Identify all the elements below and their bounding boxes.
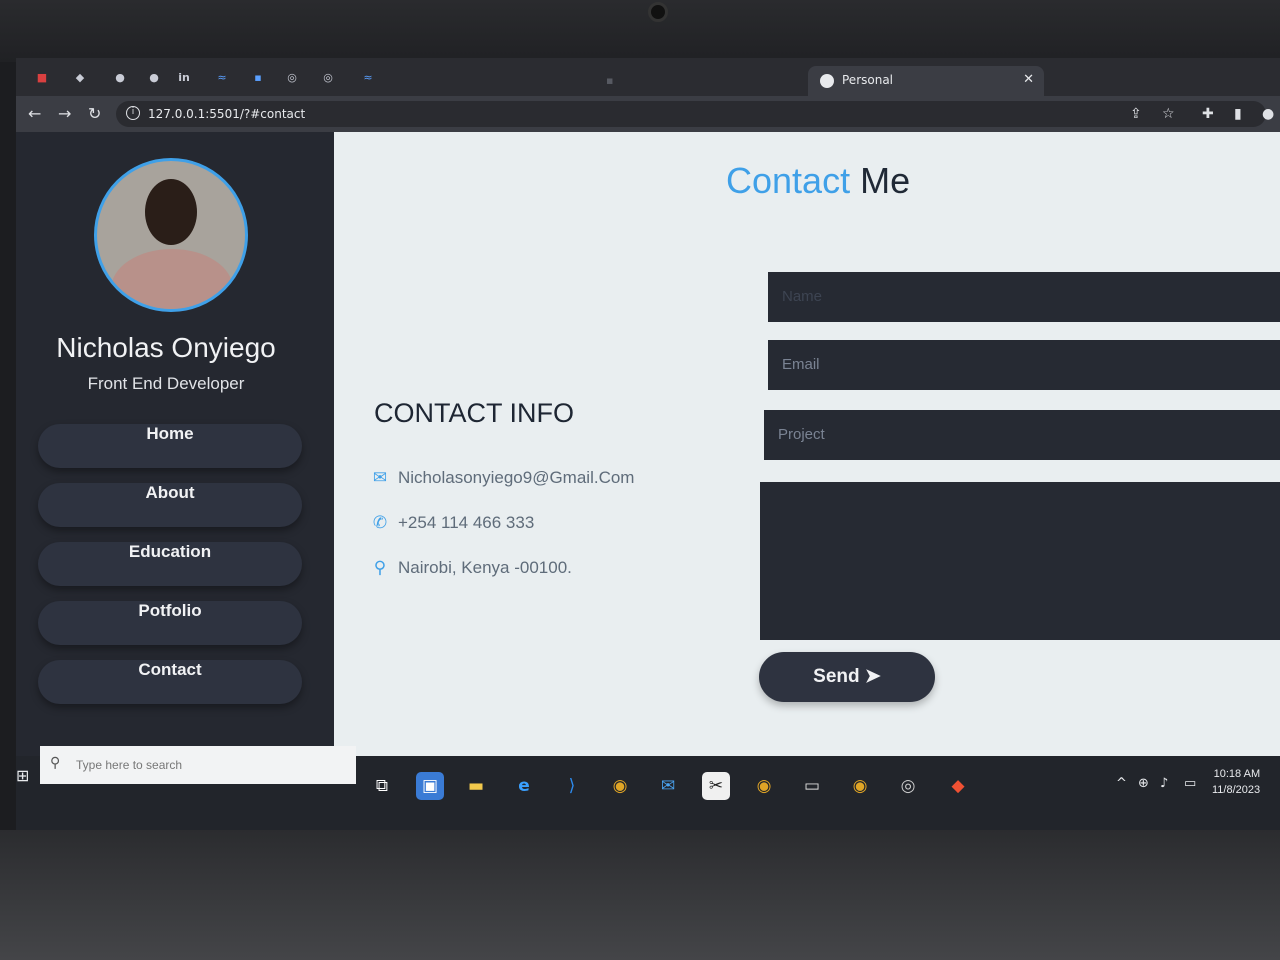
back-arrow-icon[interactable]: ← xyxy=(28,104,41,123)
edge-icon[interactable]: e xyxy=(510,772,538,800)
laptop-bezel-bottom xyxy=(0,830,1280,960)
taskbar-clock[interactable]: 10:18 AM 11/8/2023 xyxy=(1212,766,1260,798)
webcam xyxy=(648,2,668,22)
chevron-up-icon[interactable]: ^ xyxy=(1116,776,1127,791)
profile-role: Front End Developer xyxy=(87,374,245,393)
screen: ■ ◆ ● ● in ≈ ▪ ◎ ◎ ≈ ▪ Personal ✕ ← → ↻ … xyxy=(16,58,1280,830)
address-bar[interactable]: i 127.0.0.1:5501/?#contact xyxy=(116,101,1266,127)
contact-email: ✉ Nicholasonyiego9@Gmail.Com xyxy=(370,468,635,488)
terminal-icon[interactable]: ▭ xyxy=(798,772,826,800)
page-title: Contact Me xyxy=(726,160,910,202)
sidebar: Nicholas Onyiego Front End Developer Hom… xyxy=(16,132,334,756)
contact-info-title: CONTACT INFO xyxy=(374,398,574,428)
clock-time: 10:18 AM xyxy=(1213,768,1261,780)
nav-portfolio[interactable]: Potfolio xyxy=(38,601,302,645)
mail-icon[interactable]: ✉ xyxy=(654,772,682,800)
globe-icon xyxy=(820,74,834,88)
contact-location: ⚲ Nairobi, Kenya -00100. xyxy=(370,558,572,578)
media-icon[interactable]: ◎ xyxy=(894,772,922,800)
title-rest: Me xyxy=(860,160,911,201)
share-icon[interactable]: ⇪ xyxy=(1130,106,1142,122)
extensions-icon[interactable]: ✚ xyxy=(1202,106,1214,122)
tab-icon[interactable]: ● xyxy=(146,70,162,86)
volume-icon[interactable]: ♪ xyxy=(1160,776,1168,791)
avatar-head xyxy=(145,179,197,245)
tab-icon[interactable]: ≈ xyxy=(360,70,376,86)
close-tab-icon[interactable]: ✕ xyxy=(1023,72,1034,87)
site-info-icon[interactable]: i xyxy=(126,106,140,120)
nav-education[interactable]: Education xyxy=(38,542,302,586)
taskbar: ⊞ ⚲ Type here to search ⧉ ▣ ▬ e ⟩ ◉ ✉ ✂ … xyxy=(16,746,1280,830)
chrome-icon-3[interactable]: ◉ xyxy=(846,772,874,800)
git-icon[interactable]: ◆ xyxy=(944,772,972,800)
tab-icon[interactable]: ◎ xyxy=(284,70,300,86)
avatar xyxy=(94,158,248,312)
store-icon[interactable]: ▣ xyxy=(416,772,444,800)
vscode-icon[interactable]: ⟩ xyxy=(558,772,586,800)
url-text: 127.0.0.1:5501/?#contact xyxy=(148,107,306,121)
envelope-icon: ✉ xyxy=(372,468,388,487)
contact-phone: ✆ +254 114 466 333 xyxy=(370,513,534,533)
bookmark-star-icon[interactable]: ☆ xyxy=(1162,106,1175,122)
project-placeholder: Project xyxy=(778,426,825,443)
network-icon[interactable]: ⊕ xyxy=(1138,776,1149,791)
send-button[interactable]: Send ➤ xyxy=(759,652,935,702)
side-panel-icon[interactable]: ▮ xyxy=(1234,106,1242,122)
battery-icon[interactable]: ▭ xyxy=(1184,776,1196,791)
message-textarea[interactable] xyxy=(760,482,1280,640)
web-page: Nicholas Onyiego Front End Developer Hom… xyxy=(16,132,1280,756)
task-view-icon[interactable]: ⧉ xyxy=(368,772,396,800)
name-input[interactable]: Name xyxy=(768,272,1280,322)
phone-text: +254 114 466 333 xyxy=(398,513,535,532)
windows-start-icon[interactable]: ⊞ xyxy=(16,766,34,785)
tab-strip: ■ ◆ ● ● in ≈ ▪ ◎ ◎ ≈ ▪ Personal ✕ xyxy=(16,58,1280,96)
tab-title: Personal xyxy=(842,73,894,87)
name-placeholder: Name xyxy=(782,288,823,305)
tab-icon[interactable]: ≈ xyxy=(214,70,230,86)
tab-icon[interactable]: ▪ xyxy=(250,70,266,86)
browser-toolbar: ← → ↻ i 127.0.0.1:5501/?#contact ⇪ ☆ ✚ ▮… xyxy=(16,96,1280,132)
clock-date: 11/8/2023 xyxy=(1212,784,1261,796)
profile-name: Nicholas Onyiego xyxy=(56,332,276,363)
search-icon: ⚲ xyxy=(50,755,61,771)
forward-arrow-icon[interactable]: → xyxy=(58,104,71,123)
chrome-icon-2[interactable]: ◉ xyxy=(750,772,778,800)
nav-about[interactable]: About xyxy=(38,483,302,527)
chrome-icon[interactable]: ◉ xyxy=(606,772,634,800)
file-explorer-icon[interactable]: ▬ xyxy=(462,772,490,800)
nav-contact[interactable]: Contact xyxy=(38,660,302,704)
phone-icon: ✆ xyxy=(372,513,388,532)
location-pin-icon: ⚲ xyxy=(373,558,387,577)
search-placeholder: Type here to search xyxy=(76,758,183,772)
avatar-body xyxy=(111,249,233,309)
linkedin-tab-icon[interactable]: in xyxy=(176,70,192,86)
tab-icon[interactable]: ● xyxy=(112,70,128,86)
tab-icon[interactable]: ◎ xyxy=(320,70,336,86)
tab-icon[interactable]: ◆ xyxy=(72,70,88,86)
youtube-tab-icon[interactable]: ■ xyxy=(34,70,50,86)
email-input[interactable]: Email xyxy=(768,340,1280,390)
paper-plane-icon: ➤ xyxy=(864,666,881,687)
send-label: Send xyxy=(813,666,860,687)
nav-home[interactable]: Home xyxy=(38,424,302,468)
email-placeholder: Email xyxy=(782,356,820,373)
project-input[interactable]: Project xyxy=(764,410,1280,460)
tab-active[interactable]: Personal ✕ xyxy=(808,66,1044,96)
location-text: Nairobi, Kenya -00100. xyxy=(398,558,572,577)
capcut-icon[interactable]: ✂ xyxy=(702,772,730,800)
profile-icon[interactable]: ● xyxy=(1262,106,1274,122)
email-text: Nicholasonyiego9@Gmail.Com xyxy=(398,468,635,487)
laptop-bezel-top xyxy=(0,0,1280,62)
reload-icon[interactable]: ↻ xyxy=(88,104,101,123)
inactive-tab[interactable]: ▪ xyxy=(606,74,613,87)
taskbar-search[interactable]: ⚲ Type here to search xyxy=(40,746,356,784)
title-accent: Contact xyxy=(726,160,851,201)
